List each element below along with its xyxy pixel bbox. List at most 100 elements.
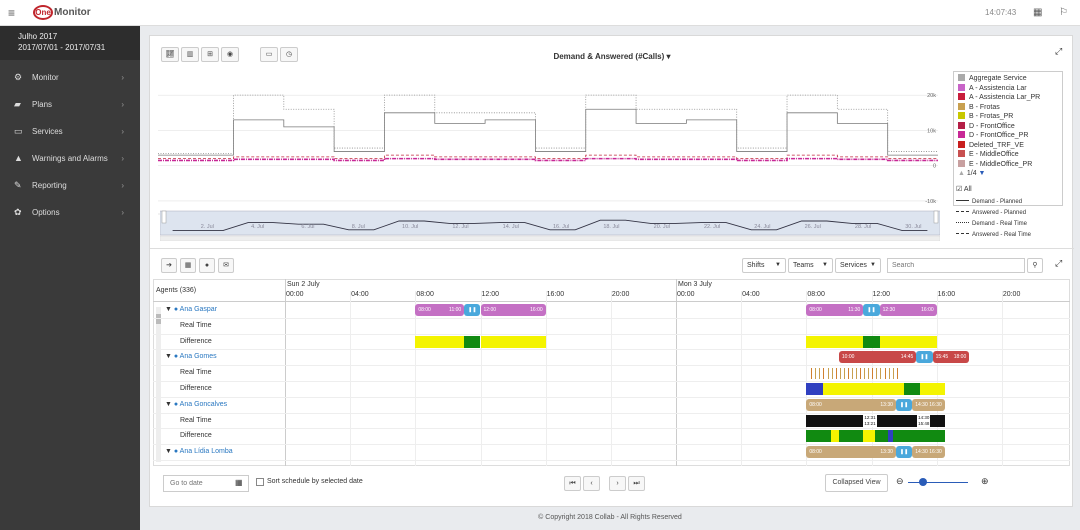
sidebar-item-monitor[interactable]: ⚙ Monitor › — [0, 64, 140, 91]
shifts-select-label: Shifts — [747, 262, 765, 269]
warning-icon: ▲ — [14, 153, 23, 163]
break-block[interactable]: ❚❚ — [895, 446, 913, 459]
legend-item-label: A - Assistencia Lar — [969, 84, 1027, 92]
agent-name[interactable]: Ana Lídia Lomba — [180, 448, 233, 455]
legend-next-icon[interactable]: ▼ — [977, 170, 986, 177]
expand-chart-icon[interactable]: ⤢ — [1055, 46, 1062, 57]
grid-scrollbar-thumb[interactable] — [156, 314, 161, 324]
row-divider — [153, 365, 1070, 367]
shift-block[interactable]: 10:00 14:45 — [838, 351, 917, 364]
bottom-bar: ▦ Sort schedule by selected date ⏮ ‹ › ⏭… — [150, 468, 1074, 506]
shift-block[interactable]: 15:45 18:00 — [932, 351, 970, 364]
gear-icon: ✿ — [14, 207, 22, 217]
previous-button[interactable]: ‹ — [583, 476, 600, 491]
menu-icon[interactable]: ≡ — [8, 6, 15, 20]
agent-row[interactable]: ▼ ● Ana Lídia Lomba — [165, 448, 233, 455]
shift-block[interactable]: 08:00 13:30 — [806, 446, 896, 459]
search-input[interactable] — [887, 258, 1025, 273]
agent-name[interactable]: Ana Gaspar — [180, 306, 217, 313]
expand-schedule-icon[interactable]: ⤢ — [1055, 258, 1062, 269]
chevron-right-icon: › — [121, 73, 124, 82]
legend-item[interactable]: Deleted_TRF_VE — [958, 140, 1058, 151]
last-page-button[interactable]: ⏭ — [628, 476, 645, 491]
sidebar-item-services[interactable]: ▭ Services › — [0, 118, 140, 145]
sidebar-item-options[interactable]: ✿ Options › — [0, 199, 140, 226]
shift-block[interactable]: 08:00 13:30 — [806, 398, 896, 411]
legend-all-label: All — [963, 186, 972, 193]
expand-arrow-icon[interactable]: ▼ — [165, 401, 174, 408]
zoom-slider-track[interactable] — [908, 482, 968, 483]
legend-item[interactable]: Aggregate Service — [958, 74, 1058, 84]
legend-item[interactable]: B - Frotas — [958, 102, 1058, 113]
comment-button[interactable]: ✉ — [218, 258, 234, 273]
expand-arrow-icon[interactable]: ▼ — [165, 353, 174, 360]
user-icon: ● — [204, 262, 210, 269]
shift-block[interactable]: 12:30 16:00 — [879, 304, 937, 316]
agent-name[interactable]: Ana Goncalves — [180, 401, 227, 408]
calendar-filter-button[interactable]: ▦ — [180, 258, 196, 273]
sidebar-item-plans[interactable]: ▰ Plans › — [0, 91, 140, 118]
grid-scrollbar[interactable] — [156, 307, 161, 462]
real-time-tick — [888, 368, 890, 380]
legend-item[interactable]: E - MiddleOffice — [958, 150, 1058, 160]
navigator-tick-label: 14. Jul — [503, 224, 519, 230]
grid-icon[interactable]: ▦ — [1033, 7, 1042, 18]
expand-arrow-icon[interactable]: ▼ — [165, 448, 174, 455]
zoom-slider-handle[interactable] — [919, 478, 927, 486]
navigator-tick-label: 18. Jul — [603, 224, 619, 230]
break-block[interactable]: ❚❚ — [464, 304, 481, 316]
navigator-tick-label: 2. Jul — [201, 224, 214, 230]
shift-block[interactable]: 14:30 16:30 — [912, 446, 945, 459]
navigator-left-handle[interactable] — [161, 210, 167, 224]
navigator-scrollbar[interactable] — [160, 235, 940, 241]
agent-row[interactable]: ▼ ● Ana Gomes — [165, 353, 217, 360]
legend-all-checkbox[interactable]: ☑ All — [956, 185, 972, 193]
next-button[interactable]: › — [609, 476, 626, 491]
real-time-tick — [851, 368, 853, 380]
sort-checkbox[interactable] — [256, 478, 264, 486]
expand-arrow-icon[interactable]: ▼ — [165, 306, 174, 313]
services-select[interactable]: Services ▼ — [835, 258, 881, 273]
shift-block[interactable]: 12:00 16:00 — [480, 304, 546, 316]
shift-block[interactable]: 14:30 16:30 — [912, 398, 945, 411]
legend-item[interactable]: D - FrontOffice_PR — [958, 131, 1058, 141]
collapsed-view-button[interactable]: Collapsed View — [825, 474, 888, 492]
search-button[interactable]: ⚲ — [1027, 258, 1043, 273]
legend-prev-icon[interactable]: ▲ — [958, 170, 967, 177]
user-filter-button[interactable]: ● — [199, 258, 215, 273]
shift-block[interactable]: 08:00 11:00 — [415, 304, 465, 316]
legend-item[interactable]: A - Assistencia Lar_PR — [958, 93, 1058, 103]
shift-break-end-label: 12:30 — [882, 307, 896, 313]
legend-item[interactable]: D - FrontOffice — [958, 121, 1058, 132]
legend-item[interactable]: A - Assistencia Lar — [958, 83, 1058, 94]
agent-row[interactable]: ▼ ● Ana Gaspar — [165, 306, 217, 313]
chart-title[interactable]: Demand & Answered (#Calls) ▾ — [150, 52, 1074, 61]
sidebar-item-warnings[interactable]: ▲ Warnings and Alarms › — [0, 145, 140, 172]
navigator-right-handle[interactable] — [933, 210, 939, 224]
legend-swatch — [958, 83, 965, 91]
legend-item[interactable]: E - MiddleOffice_PR — [958, 159, 1058, 170]
flag-icon[interactable]: ⚐ — [1059, 7, 1068, 18]
real-time-tick — [896, 368, 898, 380]
real-time-tick — [811, 368, 813, 380]
first-page-button[interactable]: ⏮ — [564, 476, 581, 491]
zoom-out-icon[interactable]: ⊖ — [896, 476, 904, 487]
agent-row[interactable]: ▼ ● Ana Goncalves — [165, 401, 227, 408]
sidebar-item-reporting[interactable]: ✎ Reporting › — [0, 172, 140, 199]
chart-navigator[interactable]: 2. Jul 4. Jul 6. Jul 8. Jul 10. Jul 12. Jul 14… — [160, 209, 940, 241]
break-block[interactable]: ❚❚ — [863, 304, 880, 316]
legend-item[interactable]: B - Frotas_PR — [958, 112, 1058, 122]
calendar-icon[interactable]: ▦ — [235, 478, 243, 487]
zoom-in-icon[interactable]: ⊕ — [981, 476, 989, 487]
break-block[interactable]: ❚❚ — [916, 351, 933, 364]
sidebar: Julho 2017 2017/07/01 - 2017/07/31 ⚙ Moni… — [0, 26, 140, 530]
period-selector[interactable]: Julho 2017 2017/07/01 - 2017/07/31 — [0, 26, 140, 60]
navigator-tick-label: 26. Jul — [805, 224, 821, 230]
agent-name[interactable]: Ana Gomes — [180, 353, 217, 360]
shifts-select[interactable]: Shifts ▼ — [742, 258, 786, 273]
login-button[interactable]: ➔ — [161, 258, 177, 273]
teams-select[interactable]: Teams ▼ — [788, 258, 833, 273]
break-block[interactable]: ❚❚ — [895, 398, 913, 411]
shift-break-start-label: 11:30 — [848, 307, 861, 313]
shift-block[interactable]: 08:00 11:30 — [806, 304, 864, 316]
